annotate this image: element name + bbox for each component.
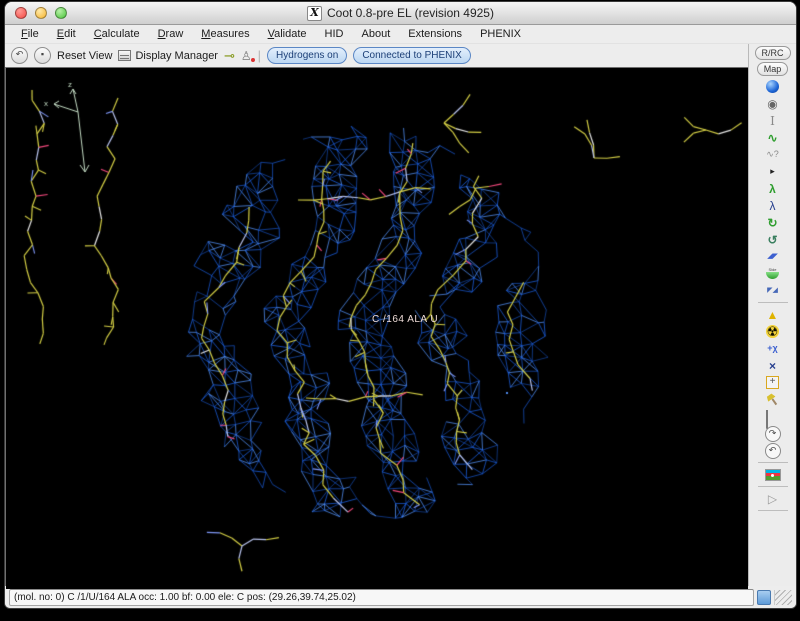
flag-icon[interactable] <box>749 466 796 483</box>
separator <box>749 483 796 490</box>
display-manager-button[interactable]: Display Manager <box>118 50 218 62</box>
add-terminal-residue-icon[interactable]: ▲ <box>749 306 796 323</box>
display-manager-label: Display Manager <box>135 50 218 62</box>
regularize-icon[interactable]: ◉ <box>749 95 796 112</box>
close-button[interactable] <box>15 7 27 19</box>
brush-icon[interactable] <box>749 391 796 408</box>
menu-bar: FileEditCalculateDrawMeasuresValidateHID… <box>5 25 796 44</box>
status-text: (mol. no: 0) C /1/U/164 ALA occ: 1.00 bf… <box>9 589 754 606</box>
menu-edit[interactable]: Edit <box>49 27 84 41</box>
separator <box>749 507 796 514</box>
x11-icon: X <box>307 6 322 21</box>
menu-file[interactable]: File <box>13 27 47 41</box>
go-to-atom-icon[interactable]: ⊸ <box>224 48 235 64</box>
title-bar[interactable]: X Coot 0.8-pre EL (revision 4925) <box>5 2 796 25</box>
run-script-icon[interactable]: ▷ <box>749 490 796 507</box>
gl-canvas-area[interactable]: C /164 ALA U <box>5 67 748 586</box>
reset-view-button[interactable]: Reset View <box>57 50 112 62</box>
status-bar: (mol. no: 0) C /1/U/164 ALA occ: 1.00 bf… <box>5 586 796 608</box>
menu-measures[interactable]: Measures <box>193 27 257 41</box>
main-area: ↶ ▪ Reset View Display Manager ⊸ ♙ | Hyd… <box>5 44 796 586</box>
right-toolbar: R/RC Map ◉I∿∿?▸λλ↻↺◢◤Side◤◢▲☢+χ×+↷↶▷ <box>748 44 796 586</box>
atom-label: C /164 ALA U <box>372 314 438 325</box>
auto-fit-rotamer-icon[interactable]: ∿? <box>749 146 796 163</box>
hydrogen-atom-icon[interactable]: ♙ <box>241 49 252 63</box>
menu-calculate[interactable]: Calculate <box>86 27 148 41</box>
minimize-button[interactable] <box>35 7 47 19</box>
menu-draw[interactable]: Draw <box>150 27 192 41</box>
molecular-viewport[interactable] <box>6 68 748 589</box>
add-alt-conf-icon[interactable]: +χ <box>749 340 796 357</box>
torsion-general-icon[interactable]: ↻ <box>749 214 796 231</box>
zoom-button[interactable] <box>55 7 67 19</box>
phenix-connection-button[interactable]: Connected to PHENIX <box>353 47 471 64</box>
side-chain-flip-icon[interactable]: Side <box>749 265 796 282</box>
pointer-triangle-icon[interactable]: ▸ <box>749 163 796 180</box>
separator <box>749 459 796 466</box>
map-button[interactable]: Map <box>757 62 789 76</box>
display-manager-icon <box>118 50 131 61</box>
menu-hid[interactable]: HID <box>317 27 352 41</box>
undo-icon[interactable]: ↶ <box>749 442 796 459</box>
previous-view-button[interactable]: ↶ <box>11 47 28 64</box>
jed-flip-icon[interactable]: ◤◢ <box>749 282 796 299</box>
toolbar-separator: | <box>258 48 261 63</box>
rotate-translate-zone-icon[interactable]: ∿ <box>749 129 796 146</box>
edit-chi-angles-icon[interactable]: λ <box>749 197 796 214</box>
window-title-text: Coot 0.8-pre EL (revision 4925) <box>327 6 494 20</box>
find-blobs-icon[interactable]: + <box>749 374 796 391</box>
rotamers-icon[interactable]: λ <box>749 180 796 197</box>
hydrogens-toggle-button[interactable]: Hydrogens on <box>267 47 347 64</box>
content-column: ↶ ▪ Reset View Display Manager ⊸ ♙ | Hyd… <box>5 44 748 586</box>
resize-grip[interactable] <box>774 590 792 605</box>
edit-backbone-torsion-icon[interactable]: ↺ <box>749 231 796 248</box>
redo-icon[interactable]: ↷ <box>749 425 796 442</box>
menu-about[interactable]: About <box>354 27 399 41</box>
reset-view-label: Reset View <box>57 50 112 62</box>
pawn-glyph: ♙ <box>241 49 252 63</box>
delete-atom-icon[interactable]: × <box>749 357 796 374</box>
toolbar: ↶ ▪ Reset View Display Manager ⊸ ♙ | Hyd… <box>5 44 748 67</box>
delete-item-icon[interactable] <box>749 408 796 425</box>
rrc-button[interactable]: R/RC <box>755 46 791 60</box>
refine-sphere-icon[interactable] <box>749 78 796 95</box>
rigid-body-fit-icon[interactable]: I <box>749 112 796 129</box>
coot-window: X Coot 0.8-pre EL (revision 4925) FileEd… <box>4 1 797 609</box>
window-title: X Coot 0.8-pre EL (revision 4925) <box>307 6 494 21</box>
stop-view-button[interactable]: ▪ <box>34 47 51 64</box>
flip-peptide-icon[interactable]: ◢◤ <box>749 248 796 265</box>
traffic-lights <box>15 7 67 19</box>
menu-extensions[interactable]: Extensions <box>400 27 470 41</box>
separator <box>749 299 796 306</box>
mutate-icon[interactable]: ☢ <box>749 323 796 340</box>
menu-phenix[interactable]: PHENIX <box>472 27 529 41</box>
menu-validate[interactable]: Validate <box>260 27 315 41</box>
status-blue-chip[interactable] <box>757 590 771 605</box>
